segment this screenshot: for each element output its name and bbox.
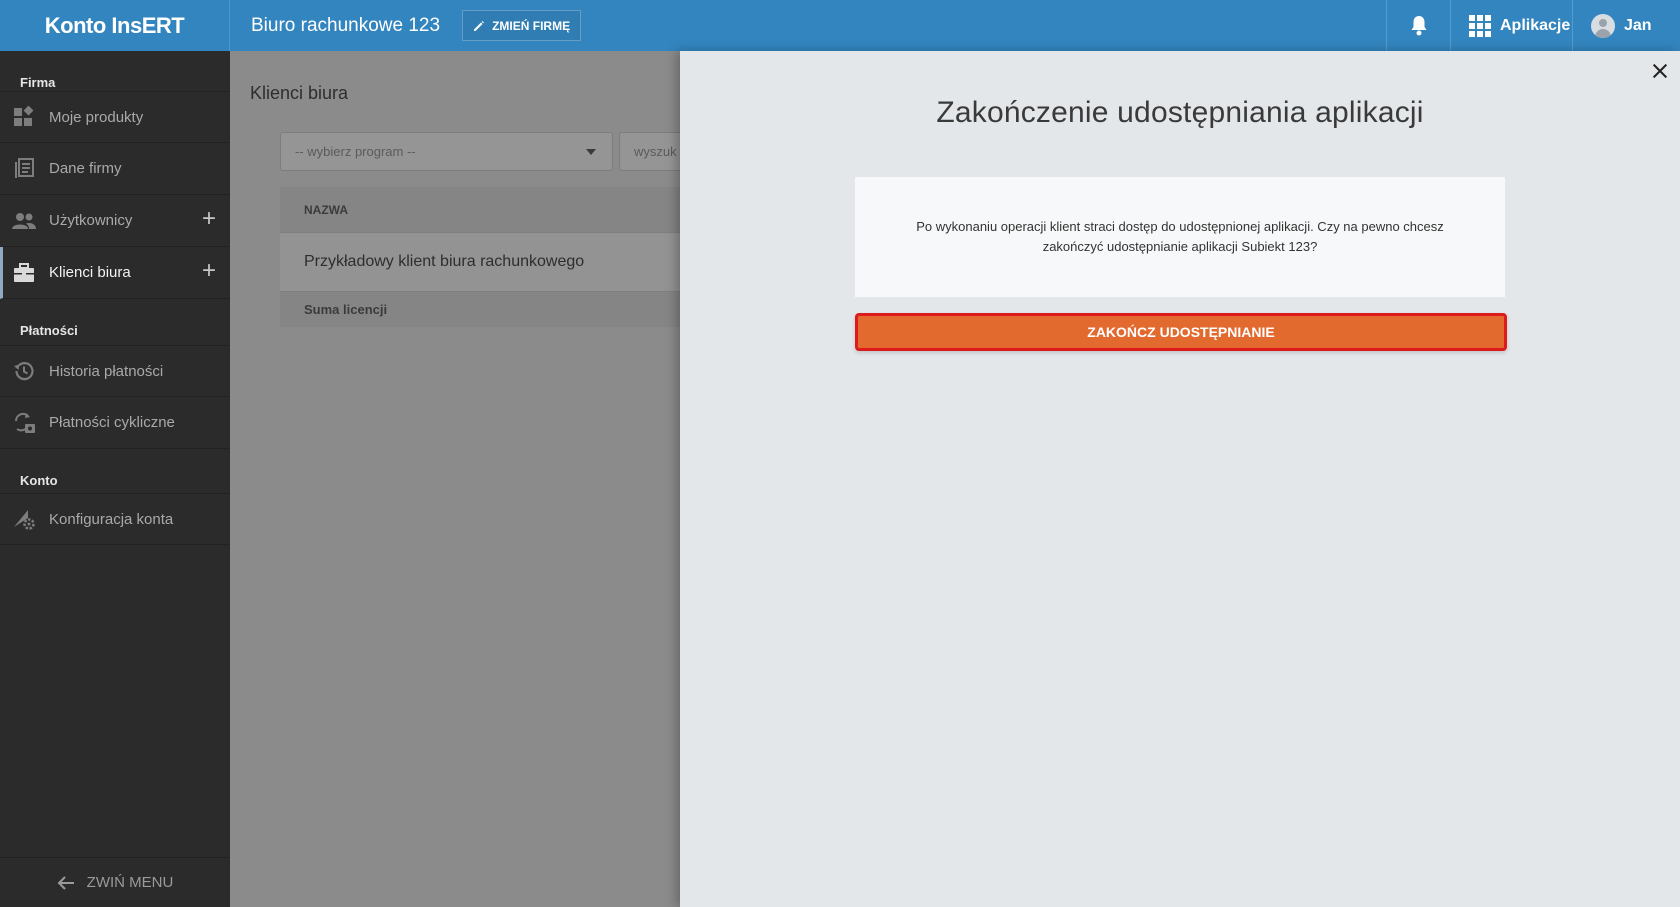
dialog-message-box: Po wykonaniu operacji klient straci dost… [855, 177, 1505, 297]
table-row[interactable]: Przykładowy klient biura rachunkowego [280, 232, 680, 291]
collapse-menu-label: ZWIŃ MENU [86, 874, 174, 891]
sidebar-item-label: Moje produkty [49, 108, 144, 126]
end-sharing-panel: Zakończenie udostępniania aplikacji Po w… [680, 51, 1680, 907]
clients-table: NAZWA Przykładowy klient biura rachunkow… [280, 187, 680, 327]
close-icon[interactable] [1648, 59, 1672, 83]
chevron-down-icon [586, 149, 596, 155]
change-company-button[interactable]: ZMIEŃ FIRMĘ [462, 10, 582, 41]
sidebar-item-label: Klienci biura [49, 264, 131, 281]
program-select-value: -- wybierz program -- [295, 144, 416, 159]
sidebar-section-konto: Konto [20, 473, 58, 488]
sidebar-item-platnosci-cykliczne[interactable]: Płatności cykliczne [0, 397, 230, 449]
dialog-title: Zakończenie udostępniania aplikacji [936, 96, 1424, 129]
dialog-message: Po wykonaniu operacji klient straci dost… [916, 219, 1444, 254]
history-icon [12, 359, 36, 383]
user-menu-button[interactable]: Jan [1572, 0, 1680, 51]
sidebar-section-firma: Firma [20, 75, 56, 90]
main-content: Klienci biura -- wybierz program -- wysz… [230, 51, 680, 907]
page-title: Klienci biura [250, 83, 349, 103]
table-footer: Suma licencji [280, 291, 680, 327]
briefcase-icon [12, 261, 36, 285]
change-company-label: ZMIEŃ FIRMĘ [492, 18, 571, 33]
sidebar-item-label: Konfiguracja konta [49, 510, 174, 528]
end-sharing-button[interactable]: ZAKOŃCZ UDOSTĘPNIANIE [855, 313, 1507, 351]
sidebar-section-platnosci: Płatności [20, 323, 78, 338]
apps-label: Aplikacje [1500, 16, 1571, 34]
search-input[interactable]: wyszuk [619, 132, 680, 171]
sidebar-item-label: Płatności cykliczne [49, 414, 175, 431]
apps-grid-icon [1469, 14, 1491, 37]
company-name: Biuro rachunkowe 123 [251, 14, 441, 36]
program-select[interactable]: -- wybierz program -- [280, 132, 613, 171]
collapse-menu-button[interactable]: ZWIŃ MENU [0, 857, 230, 907]
search-placeholder: wyszuk [634, 144, 677, 159]
bell-icon [1411, 15, 1426, 35]
notifications-button[interactable] [1386, 0, 1450, 51]
topbar-right: Aplikacje Jan [1386, 0, 1680, 51]
sidebar-item-label: Dane firmy [49, 160, 122, 177]
sidebar-item-moje-produkty[interactable]: Moje produkty [0, 91, 230, 143]
avatar [1591, 13, 1615, 38]
add-user-button[interactable]: + [202, 207, 216, 231]
users-icon [12, 209, 36, 233]
sidebar-item-label: Użytkownicy [49, 212, 133, 229]
brand-logo[interactable]: Konto InsERT [0, 0, 230, 51]
table-header-name[interactable]: NAZWA [280, 187, 680, 232]
settings-icon [12, 507, 36, 531]
sidebar-item-konfiguracja-konta[interactable]: Konfiguracja konta [0, 493, 230, 545]
apps-menu-button[interactable]: Aplikacje [1450, 0, 1572, 51]
add-client-button[interactable]: + [202, 259, 216, 283]
sidebar-item-uzytkownicy[interactable]: Użytkownicy + [0, 195, 230, 247]
sidebar-item-dane-firmy[interactable]: Dane firmy [0, 143, 230, 195]
pencil-icon [474, 20, 485, 31]
document-list-icon [12, 157, 36, 181]
widgets-icon [12, 105, 36, 129]
sidebar: Firma Moje produkty Dane firmy Użytkowni… [0, 51, 230, 907]
user-name: Jan [1624, 16, 1652, 34]
arrow-left-icon [57, 875, 74, 890]
sidebar-item-klienci-biura[interactable]: Klienci biura + [0, 247, 230, 299]
sidebar-item-label: Historia płatności [49, 362, 164, 380]
top-bar: Konto InsERT Biuro rachunkowe 123 ZMIEŃ … [0, 0, 1680, 51]
sidebar-item-historia-platnosci[interactable]: Historia płatności [0, 345, 230, 397]
recurring-payment-icon [12, 411, 36, 435]
